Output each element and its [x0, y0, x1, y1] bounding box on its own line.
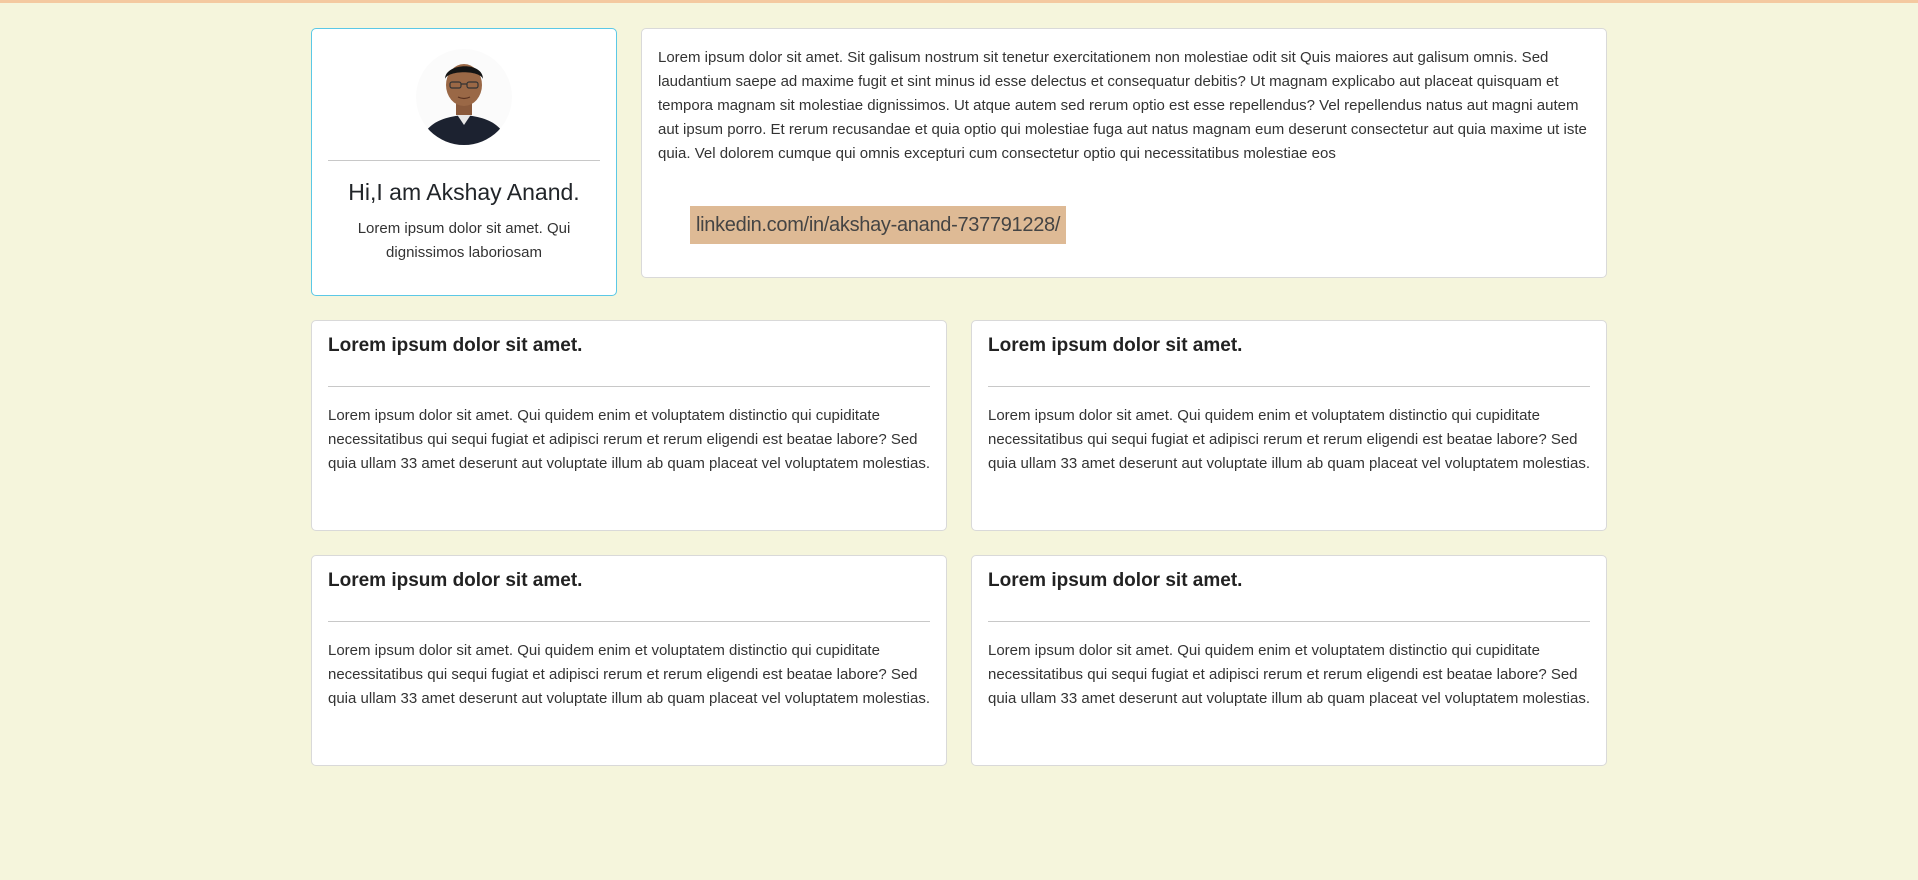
person-avatar-icon [416, 49, 512, 145]
profile-divider [328, 160, 600, 161]
info-card-divider [328, 386, 930, 387]
info-card-title: Lorem ipsum dolor sit amet. [328, 570, 583, 591]
info-card-body: Lorem ipsum dolor sit amet. Qui quidem e… [988, 642, 1590, 707]
info-card: Lorem ipsum dolor sit amet. Lorem ipsum … [311, 555, 947, 766]
info-card: Lorem ipsum dolor sit amet. Lorem ipsum … [971, 320, 1607, 531]
intro-text: Lorem ipsum dolor sit amet. Sit galisum … [658, 49, 1587, 162]
info-card: Lorem ipsum dolor sit amet. Lorem ipsum … [971, 555, 1607, 766]
info-card-body: Lorem ipsum dolor sit amet. Qui quidem e… [988, 407, 1590, 472]
linkedin-link[interactable]: linkedin.com/in/akshay-anand-737791228/ [690, 206, 1067, 244]
profile-name: Hi,I am Akshay Anand. [348, 179, 580, 205]
info-card-divider [988, 386, 1590, 387]
profile-tagline: Lorem ipsum dolor sit amet. Qui dignissi… [357, 220, 571, 261]
profile-card: Hi,I am Akshay Anand. Lorem ipsum dolor … [311, 28, 617, 296]
info-card-title: Lorem ipsum dolor sit amet. [988, 335, 1243, 356]
top-accent-strip [0, 0, 1918, 3]
info-card-title: Lorem ipsum dolor sit amet. [328, 335, 583, 356]
info-card-body: Lorem ipsum dolor sit amet. Qui quidem e… [328, 407, 930, 472]
intro-card: Lorem ipsum dolor sit amet. Sit galisum … [641, 28, 1607, 278]
info-card-divider [988, 621, 1590, 622]
info-card-title: Lorem ipsum dolor sit amet. [988, 570, 1243, 591]
info-card-body: Lorem ipsum dolor sit amet. Qui quidem e… [328, 642, 930, 707]
info-card-divider [328, 621, 930, 622]
info-card: Lorem ipsum dolor sit amet. Lorem ipsum … [311, 320, 947, 531]
